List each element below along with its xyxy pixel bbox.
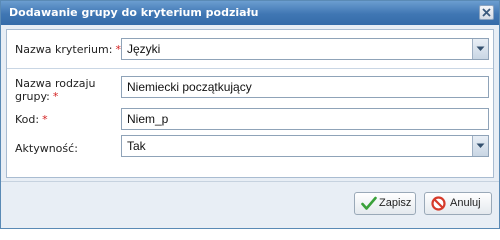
close-icon	[482, 8, 491, 17]
criterion-select[interactable]: Języki	[121, 38, 489, 60]
footer-divider	[1, 181, 499, 182]
save-button[interactable]: Zapisz	[354, 192, 416, 215]
criterion-select-value: Języki	[127, 42, 161, 56]
code-label: Kod: *	[15, 113, 48, 126]
dialog-window: Dodawanie grupy do kryterium podziału Na…	[0, 0, 500, 229]
save-button-label: Zapisz	[379, 197, 412, 209]
active-select-dropdown-button[interactable]	[472, 136, 488, 156]
active-select[interactable]: Tak	[121, 135, 489, 157]
chevron-down-icon	[476, 46, 485, 51]
criterion-label: Nazwa kryterium: *	[15, 43, 121, 56]
group-name-label: Nazwa rodzaju grupy: *	[15, 77, 96, 103]
no-entry-icon	[431, 196, 446, 211]
cancel-button-label: Anuluj	[450, 197, 481, 209]
required-marker: *	[42, 113, 48, 126]
checkmark-icon	[361, 196, 377, 210]
dialog-title: Dodawanie grupy do kryterium podziału	[9, 6, 259, 19]
criterion-select-dropdown-button[interactable]	[472, 39, 488, 59]
required-marker: *	[52, 90, 59, 103]
group-name-input[interactable]: Niemiecki początkujący	[121, 76, 489, 98]
cancel-button[interactable]: Anuluj	[424, 192, 492, 215]
active-label: Aktywność:	[15, 142, 78, 155]
form-panel: Nazwa kryterium: * Języki Nazwa rodzaju g…	[6, 29, 494, 178]
code-input[interactable]: Niem_p	[121, 108, 489, 130]
section-divider	[7, 68, 493, 69]
close-button[interactable]	[479, 5, 494, 20]
chevron-down-icon	[476, 143, 485, 148]
active-select-value: Tak	[127, 139, 146, 153]
dialog-titlebar[interactable]: Dodawanie grupy do kryterium podziału	[1, 1, 499, 25]
